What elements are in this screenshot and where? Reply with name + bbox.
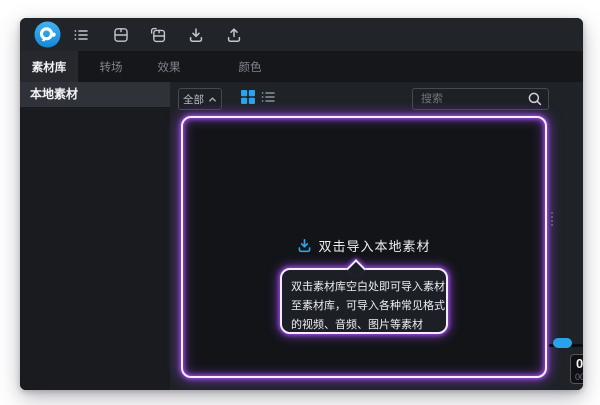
tab-transitions[interactable]: 转场 xyxy=(82,51,140,82)
filter-label: 全部 xyxy=(183,92,204,107)
tooltip: 双击素材库空白处即可导入素材 至素材库，可导入各种常见格式 的视频、音频、图片等… xyxy=(280,268,448,334)
slider-thumb[interactable] xyxy=(553,338,572,348)
desktop-background: 素材库 转场 效果 颜色 本地素材 全部 xyxy=(0,0,600,405)
panel-body: 本地素材 全部 xyxy=(20,82,583,390)
import-blue-icon xyxy=(297,238,312,253)
library-panel: 全部 xyxy=(170,82,583,390)
tab-label: 转场 xyxy=(100,59,123,75)
sidebar: 本地素材 xyxy=(20,82,170,390)
menu-icon[interactable] xyxy=(73,27,89,43)
tab-colors[interactable]: 颜色 xyxy=(221,51,279,82)
export-icon[interactable] xyxy=(226,27,242,43)
filter-dropdown[interactable]: 全部 xyxy=(178,88,222,110)
save-icon[interactable] xyxy=(113,27,129,43)
timecode-main: 0 xyxy=(576,356,583,371)
list-view-icon xyxy=(260,89,276,105)
tab-material-library[interactable]: 素材库 xyxy=(20,51,78,82)
timecode-display: 0 00 xyxy=(570,354,583,384)
grid-view-button[interactable] xyxy=(240,89,256,105)
import-icon[interactable] xyxy=(188,27,204,43)
dropzone-hint-text: 双击导入本地素材 xyxy=(318,236,430,255)
toolbar xyxy=(20,18,583,52)
save-as-icon[interactable] xyxy=(150,27,166,43)
grid-view-icon xyxy=(240,89,256,105)
search-icon[interactable] xyxy=(527,91,543,107)
tab-label: 素材库 xyxy=(32,59,67,75)
tab-label: 效果 xyxy=(158,59,181,75)
dropzone-hint: 双击导入本地素材 xyxy=(183,236,545,255)
search-input[interactable] xyxy=(413,93,527,105)
timecode-sub: 00 xyxy=(575,372,583,382)
tooltip-text: 双击素材库空白处即可导入素材 至素材库，可导入各种常见格式 的视频、音频、图片等… xyxy=(282,270,446,335)
panel-resize-handle[interactable] xyxy=(551,212,553,226)
app-logo-icon[interactable] xyxy=(34,21,61,48)
app-window: 素材库 转场 效果 颜色 本地素材 全部 xyxy=(20,18,583,390)
tooltip-line: 至素材库，可导入各种常见格式 xyxy=(291,297,438,316)
search-box xyxy=(412,88,549,110)
tab-bar: 素材库 转场 效果 颜色 xyxy=(20,51,583,82)
tooltip-line: 双击素材库空白处即可导入素材 xyxy=(291,278,438,297)
import-dropzone[interactable]: 双击导入本地素材 xyxy=(181,116,547,378)
chevron-up-icon xyxy=(208,95,217,104)
tab-effects[interactable]: 效果 xyxy=(140,51,198,82)
sidebar-item-local-material[interactable]: 本地素材 xyxy=(20,82,170,107)
tooltip-line: 的视频、音频、图片等素材 xyxy=(291,316,438,335)
tab-label: 颜色 xyxy=(239,59,262,75)
list-view-button[interactable] xyxy=(260,89,276,105)
